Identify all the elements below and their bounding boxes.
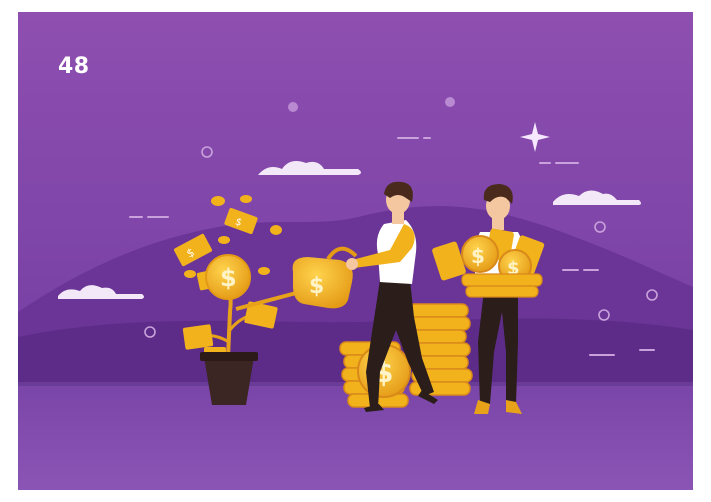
page-number: 48 — [58, 54, 90, 79]
dot — [288, 102, 298, 112]
coin-dollar-sign: $ — [220, 264, 237, 292]
can-dollar-sign: $ — [309, 274, 324, 299]
plant-pot — [204, 357, 254, 405]
dot — [445, 97, 455, 107]
money-growth-illustration: $ $ $ $ $ $ $ — [18, 12, 693, 490]
plant-pot-rim — [200, 352, 258, 361]
illustration-frame: $ $ $ $ $ $ $ 48 — [18, 12, 693, 490]
man-hand — [346, 258, 358, 270]
coin-dollar-sign: $ — [471, 244, 485, 268]
